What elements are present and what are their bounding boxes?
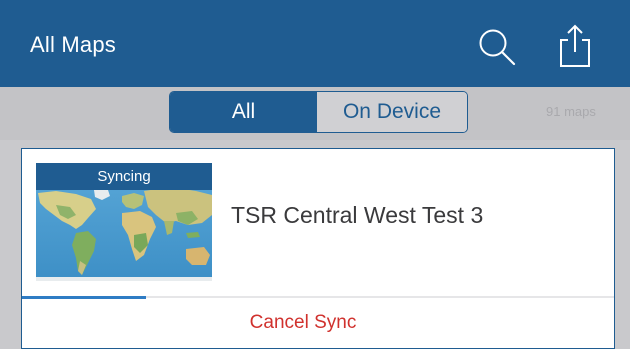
filter-bar: All On Device 91 maps — [0, 87, 630, 140]
maps-screen: All Maps All On Device 91 maps Syncing T… — [0, 0, 630, 349]
segment-on-device[interactable]: On Device — [317, 92, 467, 132]
page-title: All Maps — [30, 32, 116, 57]
syncing-status-banner: Syncing — [36, 163, 212, 190]
segment-all[interactable]: All — [170, 92, 317, 132]
sync-progress-track — [22, 296, 614, 299]
map-card: Syncing TSR Central West Test 3 Cancel S… — [21, 148, 615, 349]
cancel-sync-label: Cancel Sync — [249, 312, 357, 333]
map-count-label: 91 maps — [546, 104, 596, 119]
cancel-sync-button[interactable]: Cancel Sync — [22, 299, 614, 347]
map-thumbnail[interactable]: Syncing — [36, 163, 212, 281]
map-title[interactable]: TSR Central West Test 3 — [231, 202, 483, 229]
share-icon[interactable] — [551, 20, 599, 72]
search-icon[interactable] — [474, 24, 522, 72]
navigation-bar: All Maps — [0, 0, 630, 87]
map-filter-segmented-control: All On Device — [169, 91, 468, 133]
